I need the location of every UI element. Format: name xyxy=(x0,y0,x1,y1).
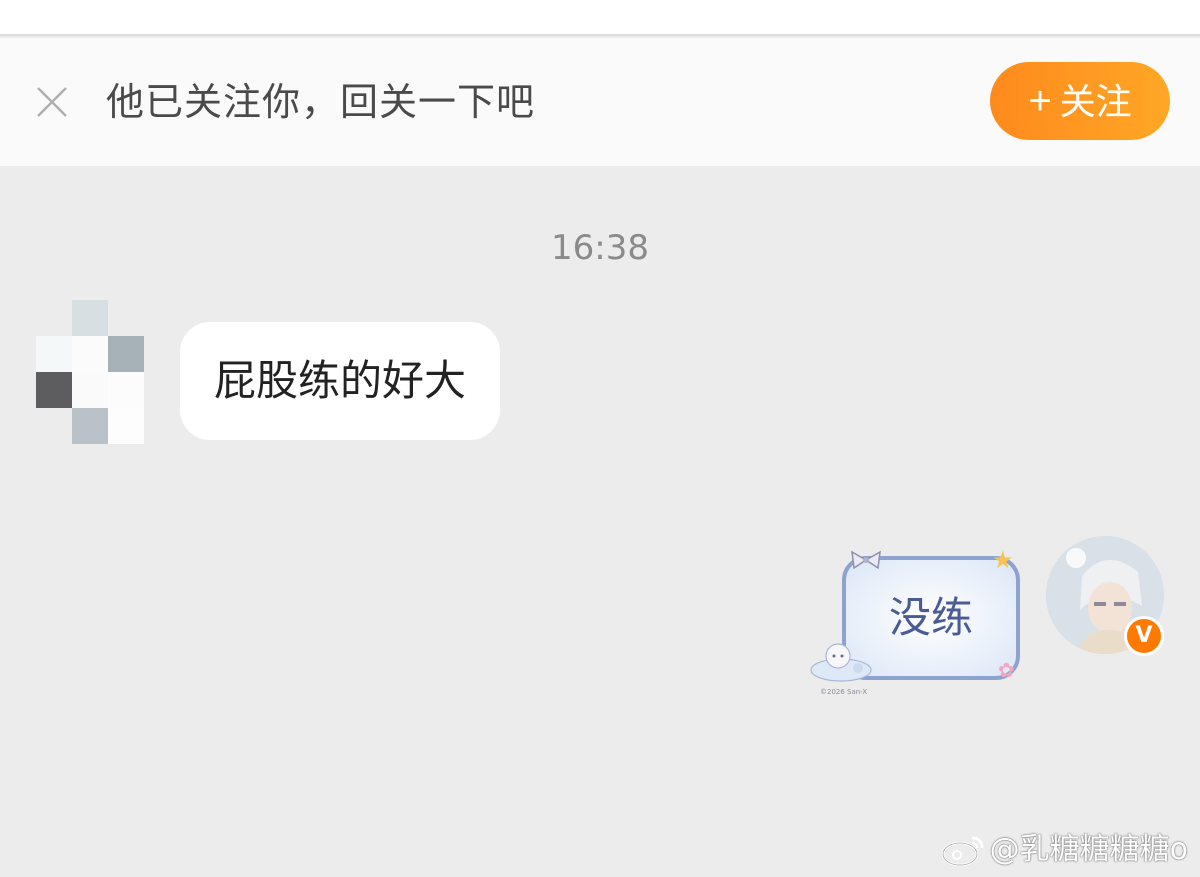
weibo-logo-icon xyxy=(941,836,983,867)
follow-banner: 他已关注你，回关一下吧 + 关注 xyxy=(0,38,1200,166)
mosaic-tile xyxy=(108,336,144,372)
received-message-bubble[interactable]: 屁股练的好大 xyxy=(180,322,501,440)
mosaic-tile xyxy=(72,336,108,372)
mosaic-tile xyxy=(72,300,108,336)
sent-message-sticker-bubble[interactable]: 没练 ★ ✿ ©2026 San-X xyxy=(808,548,1032,698)
star-icon: ★ xyxy=(992,546,1014,574)
sender-avatar-mosaic[interactable] xyxy=(36,300,144,444)
message-timestamp: 16:38 xyxy=(551,228,649,268)
sleeping-character-sticker-icon xyxy=(810,643,872,682)
verified-badge: V xyxy=(1124,616,1164,656)
mosaic-tile xyxy=(108,408,144,444)
plus-icon: + xyxy=(1028,79,1052,123)
mosaic-tile xyxy=(72,372,108,408)
follow-button-label: 关注 xyxy=(1059,81,1132,122)
status-strip xyxy=(0,0,1200,36)
watermark: @乳糖糖糖糖o xyxy=(940,830,1188,870)
follow-button[interactable]: + 关注 xyxy=(990,62,1170,140)
follow-prompt-text: 他已关注你，回关一下吧 xyxy=(106,80,536,124)
ribbon-bow-icon xyxy=(851,550,881,570)
close-icon[interactable] xyxy=(34,84,70,120)
watermark-text: @乳糖糖糖糖o xyxy=(989,832,1188,867)
mosaic-tile xyxy=(72,408,108,444)
mosaic-tile xyxy=(108,372,144,408)
flower-icon: ✿ xyxy=(998,658,1015,682)
mosaic-tile xyxy=(36,372,72,408)
sticker-copyright-text: ©2026 San-X xyxy=(820,688,868,696)
mosaic-tile xyxy=(36,336,72,372)
